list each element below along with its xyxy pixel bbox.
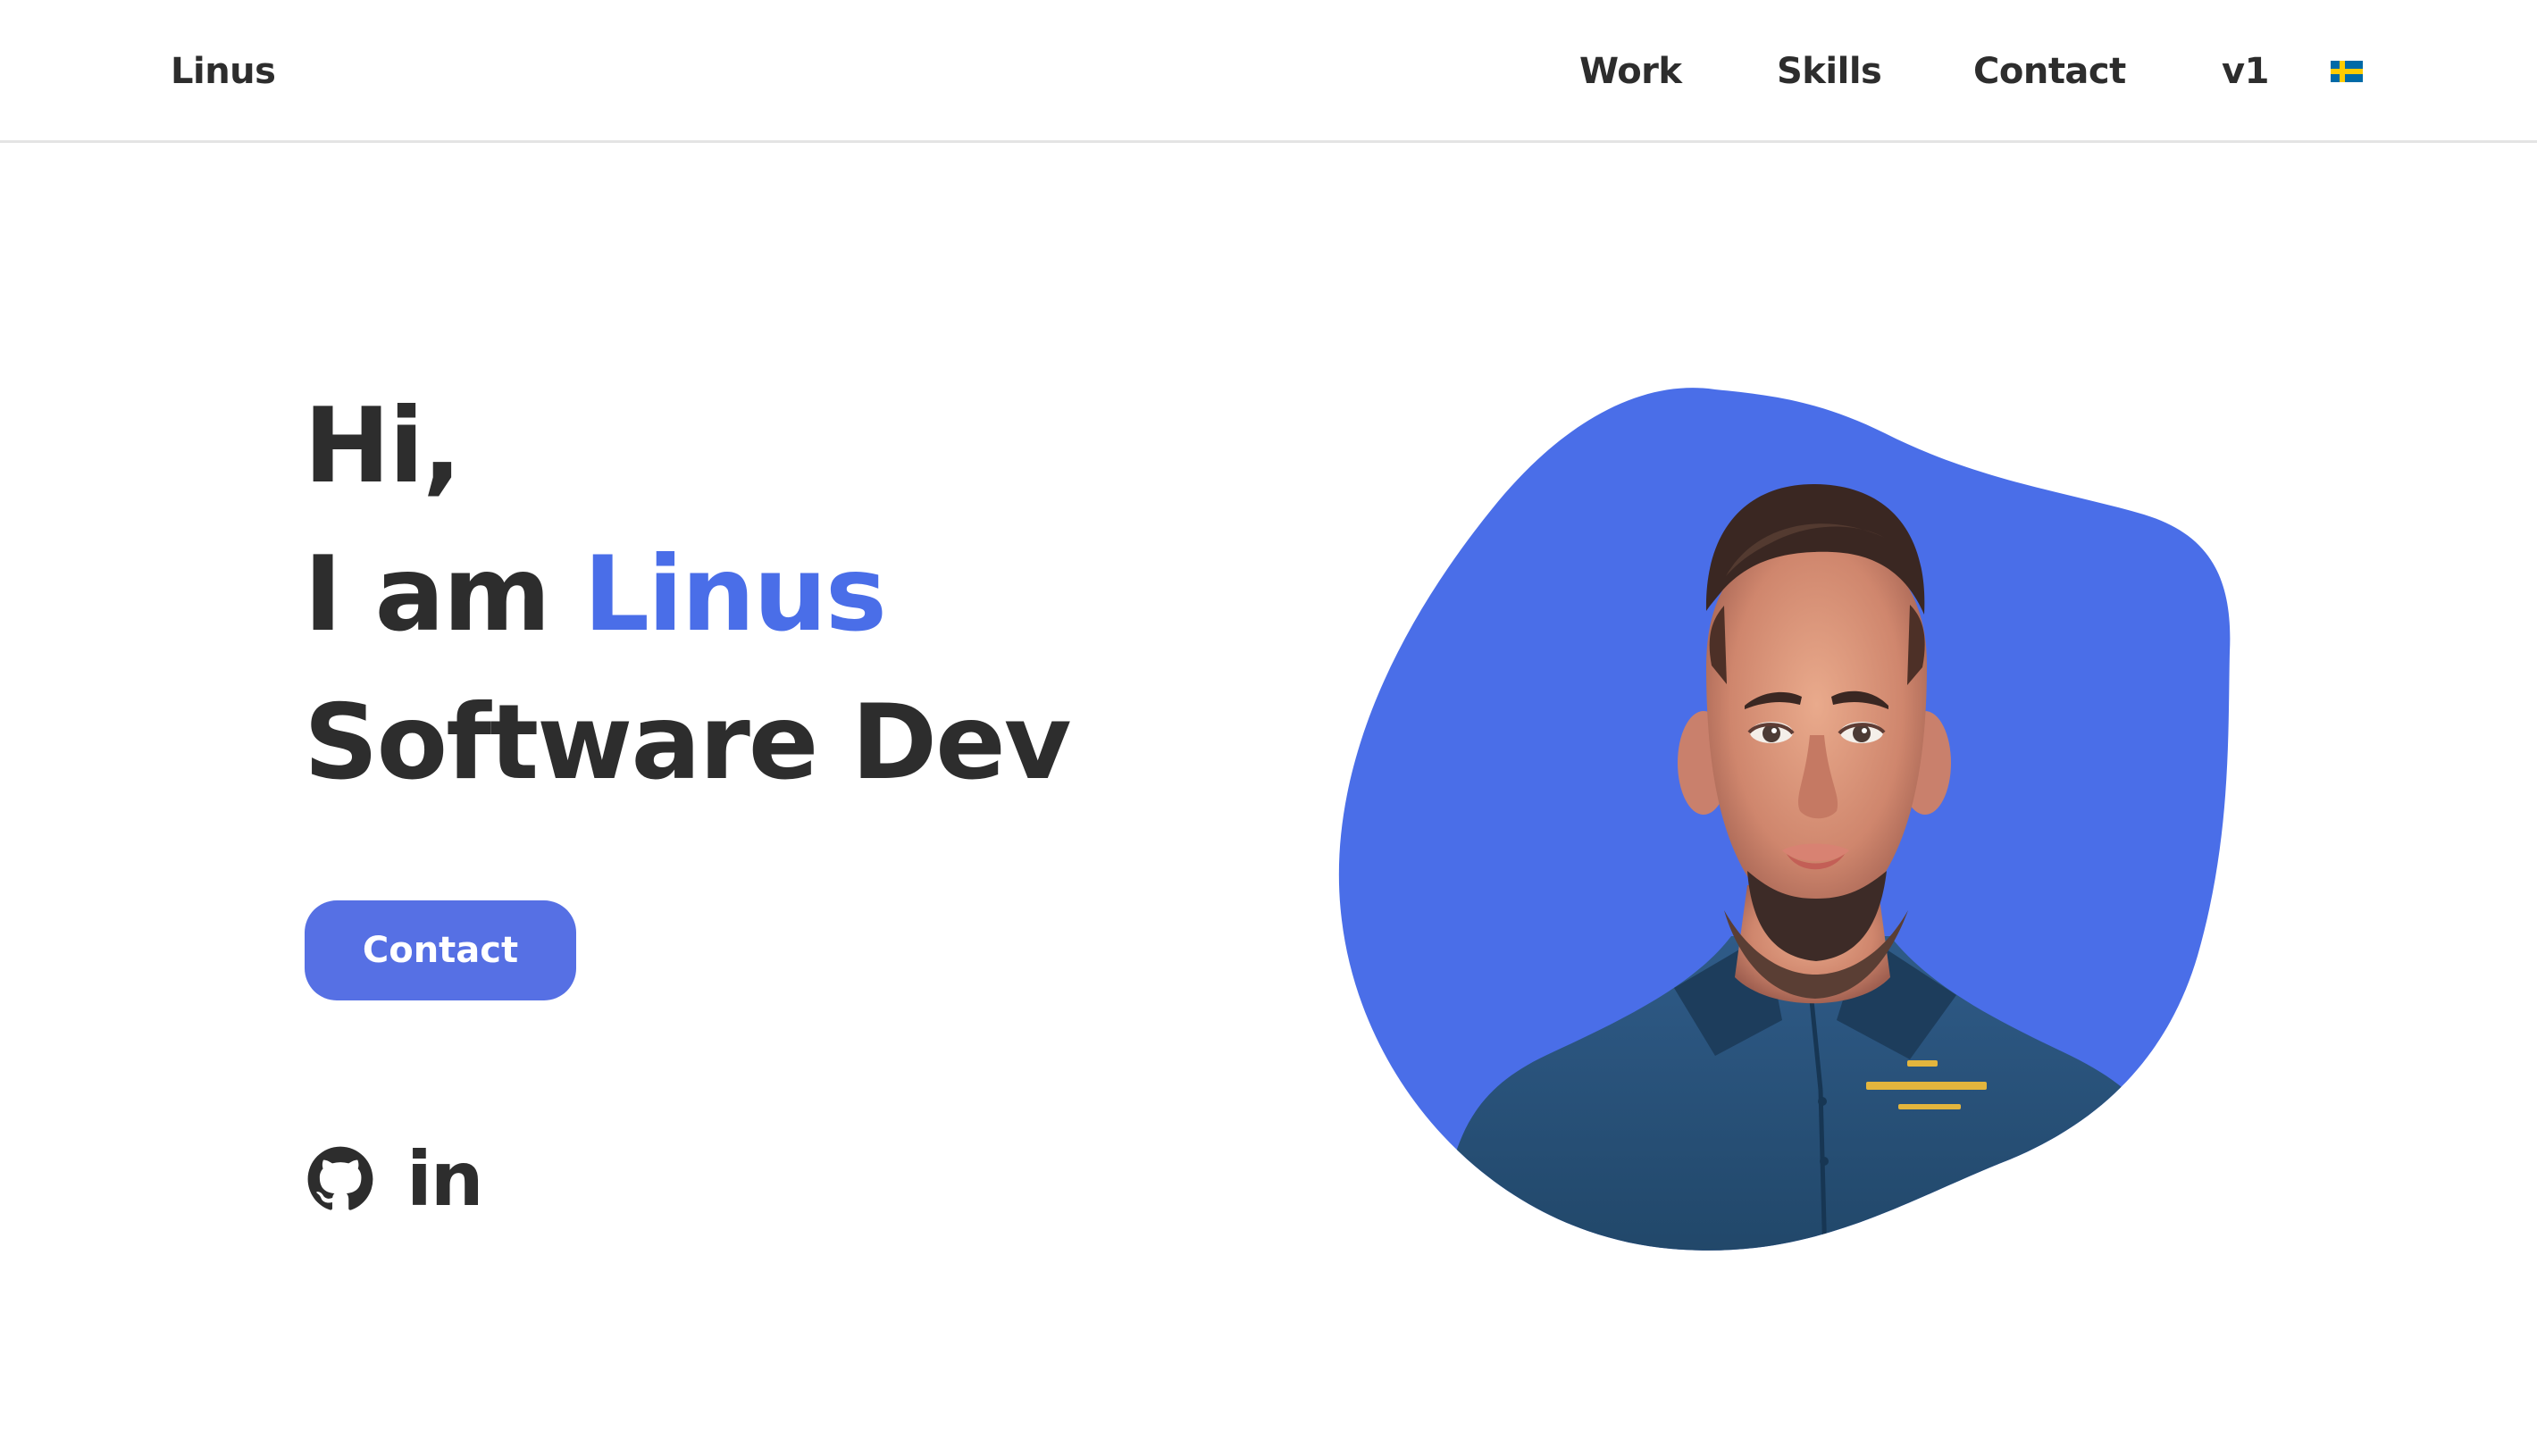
- linkedin-icon[interactable]: in: [406, 1136, 484, 1222]
- site-header: Linus Work Skills Contact v1: [0, 0, 2537, 143]
- hero-intro-line: I am Linus: [304, 532, 887, 657]
- contact-button[interactable]: Contact: [305, 900, 576, 1000]
- github-icon[interactable]: [306, 1145, 374, 1213]
- nav-work-link[interactable]: Work: [1579, 46, 1682, 96]
- profile-portrait: [1338, 388, 2231, 1251]
- swedish-flag-icon[interactable]: [2331, 61, 2363, 82]
- version-link[interactable]: v1: [2222, 46, 2269, 96]
- nav-contact-link[interactable]: Contact: [1973, 46, 2126, 96]
- hero-greeting: Hi,: [304, 386, 462, 506]
- hero-name: Linus: [583, 534, 887, 655]
- site-logo[interactable]: Linus: [171, 46, 276, 96]
- hero-intro-text: I am: [304, 534, 584, 655]
- nav-skills-link[interactable]: Skills: [1777, 46, 1882, 96]
- hero-role: Software Dev: [304, 682, 1071, 803]
